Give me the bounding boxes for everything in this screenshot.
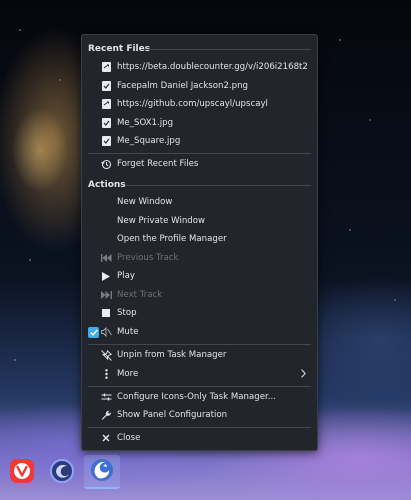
unpin-item[interactable]: Unpin from Task Manager <box>100 346 310 364</box>
play-icon <box>100 270 112 282</box>
configure-icon <box>100 391 112 403</box>
mute-item[interactable]: Mute <box>100 323 310 341</box>
show-panel-configuration-item[interactable]: Show Panel Configuration <box>100 406 310 424</box>
new-window-item[interactable]: New Window <box>100 193 310 211</box>
speaker-muted-icon <box>100 326 112 338</box>
separator <box>126 185 311 186</box>
recent-file-item[interactable]: https://beta.doublecounter.gg/v/i206i216… <box>100 58 310 76</box>
stop-item[interactable]: Stop <box>100 304 310 322</box>
overflow-menu-icon <box>100 368 112 380</box>
profile-manager-label: Open the Profile Manager <box>117 234 227 244</box>
unpin-label: Unpin from Task Manager <box>117 350 227 360</box>
show-panel-configuration-label: Show Panel Configuration <box>117 410 228 420</box>
play-label: Play <box>117 271 135 281</box>
image-file-icon <box>100 80 112 92</box>
wrench-icon <box>100 409 112 421</box>
previous-track-item[interactable]: Previous Track <box>100 249 310 267</box>
image-file-icon <box>100 117 112 129</box>
context-menu: Recent Files https://beta.doublecounter.… <box>81 34 318 451</box>
more-item[interactable]: More <box>100 365 316 383</box>
separator <box>88 427 311 428</box>
recent-file-item[interactable]: Me_SOX1.jpg <box>100 114 310 132</box>
image-file-icon <box>100 135 112 147</box>
forget-recent-files-label: Forget Recent Files <box>117 159 199 169</box>
recent-file-label: Me_SOX1.jpg <box>117 118 174 128</box>
stop-icon <box>100 307 112 319</box>
actions-header: Actions <box>88 180 126 190</box>
play-item[interactable]: Play <box>100 267 310 285</box>
mute-checkbox[interactable] <box>88 327 99 338</box>
history-clear-icon <box>100 158 112 170</box>
previous-track-label: Previous Track <box>117 253 179 263</box>
firefox-task-button[interactable] <box>84 455 120 489</box>
vivaldi-task-button[interactable] <box>4 455 40 489</box>
new-window-label: New Window <box>117 197 173 207</box>
close-item[interactable]: Close <box>100 429 310 447</box>
forget-recent-files-item[interactable]: Forget Recent Files <box>100 155 310 173</box>
more-label: More <box>117 369 139 379</box>
recent-file-item[interactable]: Facepalm Daniel Jackson2.png <box>100 77 310 95</box>
recent-file-label: Facepalm Daniel Jackson2.png <box>117 81 249 91</box>
configure-task-manager-label: Configure Icons-Only Task Manager... <box>117 392 276 402</box>
stop-label: Stop <box>117 308 137 318</box>
firefox-nightly-icon <box>49 458 75 487</box>
link-file-icon <box>100 98 112 110</box>
close-label: Close <box>117 433 141 443</box>
firefox-icon <box>89 457 115 486</box>
recent-file-label: https://beta.doublecounter.gg/v/i206i216… <box>117 62 308 72</box>
skip-forward-icon <box>100 289 112 301</box>
next-track-item[interactable]: Next Track <box>100 286 310 304</box>
separator <box>88 153 311 154</box>
configure-task-manager-item[interactable]: Configure Icons-Only Task Manager... <box>100 388 310 406</box>
new-private-window-item[interactable]: New Private Window <box>100 212 310 230</box>
new-private-window-label: New Private Window <box>117 216 206 226</box>
recent-file-label: https://github.com/upscayl/upscayl <box>117 99 268 109</box>
skip-backward-icon <box>100 252 112 264</box>
vivaldi-icon <box>9 458 35 487</box>
unpin-icon <box>100 349 112 361</box>
recent-file-label: Me_Square.jpg <box>117 136 181 146</box>
firefox-nightly-task-button[interactable] <box>44 455 80 489</box>
close-icon <box>100 432 112 444</box>
next-track-label: Next Track <box>117 290 163 300</box>
recent-files-header: Recent Files <box>88 44 151 54</box>
mute-label: Mute <box>117 327 139 337</box>
profile-manager-item[interactable]: Open the Profile Manager <box>100 230 310 248</box>
recent-file-item[interactable]: Me_Square.jpg <box>100 132 310 150</box>
link-file-icon <box>100 61 112 73</box>
separator <box>148 49 311 50</box>
task-manager <box>0 455 130 491</box>
separator <box>88 344 311 345</box>
recent-file-item[interactable]: https://github.com/upscayl/upscayl <box>100 95 310 113</box>
separator <box>88 386 311 387</box>
chevron-right-icon <box>301 369 306 381</box>
